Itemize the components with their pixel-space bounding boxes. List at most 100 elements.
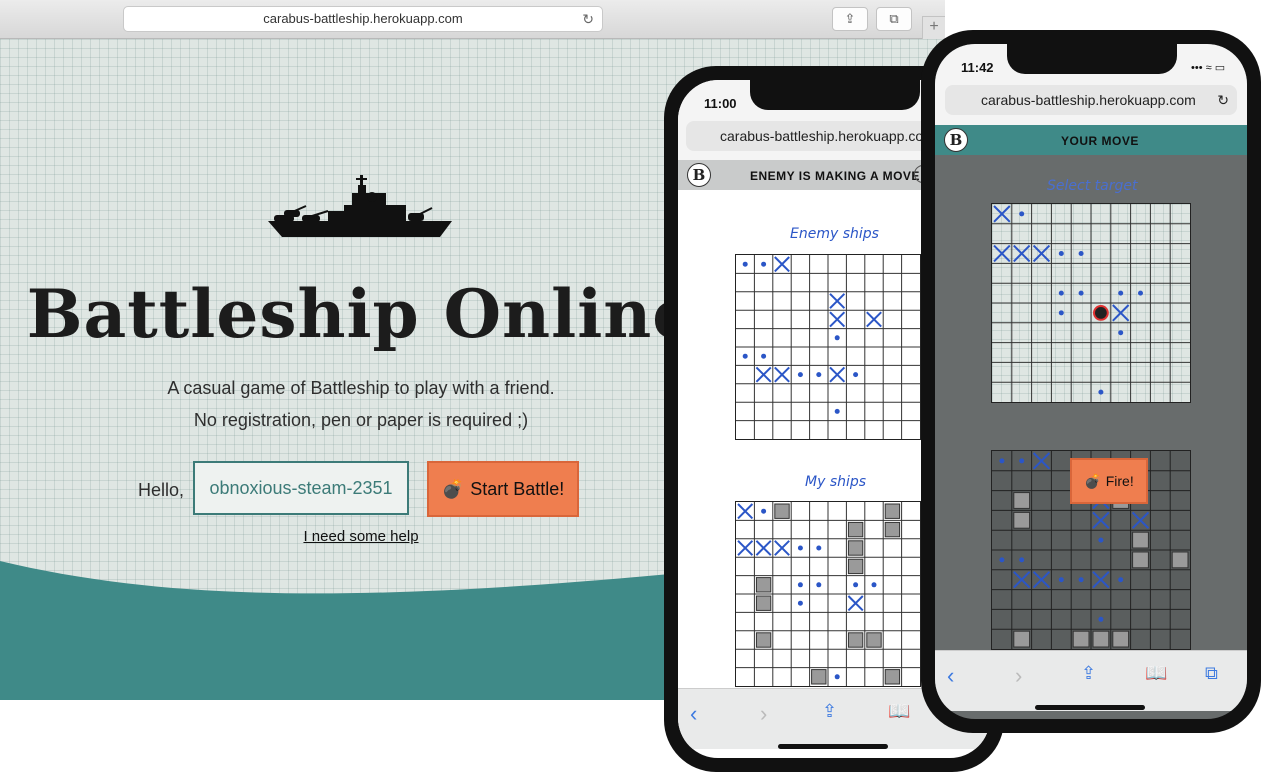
miss-dot (816, 372, 822, 378)
wifi-battery-icon: ••• ≈ ▭ (1191, 62, 1226, 74)
ship-cell (884, 503, 901, 519)
enemy-ships-board[interactable] (735, 254, 921, 440)
my-ships-board (735, 501, 921, 687)
ship-cell (755, 577, 772, 593)
phone2-clock: 11:42 (961, 60, 994, 75)
phone2-share-icon[interactable]: ⇪ (1081, 663, 1096, 684)
phone2-tabs-icon[interactable]: ⧉ (1205, 663, 1218, 684)
miss-dot (1058, 310, 1064, 316)
phone2-reload-icon[interactable]: ↻ (1217, 85, 1229, 115)
miss-dot (871, 582, 877, 588)
miss-dot (853, 372, 859, 378)
phone1-share-icon[interactable]: ⇪ (822, 701, 837, 722)
my-board-label: My ships (805, 474, 867, 490)
tabs-icon[interactable]: ⧉ (876, 7, 912, 31)
hit-mark (774, 366, 790, 383)
ship-cell (811, 669, 827, 685)
hit-mark (1112, 304, 1130, 322)
hit-mark (1032, 571, 1051, 589)
miss-dot (761, 353, 767, 359)
phone2-bottom-toolbar: ‹ › ⇪ 📖 ⧉ (935, 650, 1247, 711)
phone1-forward-icon[interactable]: › (760, 701, 767, 727)
ship-cell (1171, 551, 1189, 569)
share-icon[interactable]: ⇪ (832, 7, 868, 31)
start-battle-button[interactable]: 💣 Start Battle! (427, 461, 579, 517)
phone-player-view: 11:42 ••• ≈ ▭ carabus-battleship.herokua… (921, 30, 1261, 733)
phone2-home-indicator (1035, 705, 1145, 710)
fire-button[interactable]: 💣 Fire! (1070, 458, 1148, 504)
ship-cell (1013, 492, 1031, 509)
target-crosshair-icon[interactable] (1093, 305, 1109, 321)
miss-dot (1058, 577, 1064, 583)
help-link-label: I need some help (303, 528, 419, 545)
miss-dot (1058, 290, 1064, 296)
hit-mark (829, 311, 846, 328)
miss-dot (761, 508, 767, 514)
hit-mark (774, 540, 790, 556)
phone1-logo[interactable]: B (687, 163, 711, 187)
hello-label: Hello, (138, 480, 185, 500)
miss-dot (1019, 557, 1025, 563)
reload-icon[interactable]: ↻ (582, 7, 594, 31)
hit-mark (737, 503, 754, 520)
ship-cell (866, 632, 882, 648)
miss-dot (999, 458, 1005, 464)
miss-dot (1019, 458, 1025, 464)
ship-cell (847, 521, 864, 538)
ship-cell (774, 503, 790, 519)
new-tab-icon[interactable]: + (922, 16, 945, 40)
ship-cell (847, 558, 864, 575)
phone2-status-bar: B YOUR MOVE (935, 125, 1247, 155)
phone1-status-text: ENEMY IS MAKING A MOVE (750, 169, 920, 183)
phone2-address-bar[interactable]: carabus-battleship.herokuapp.com ↻ (945, 85, 1237, 115)
phone2-bookmarks-icon[interactable]: 📖 (1145, 663, 1167, 684)
hit-mark (774, 256, 790, 273)
player-name-input[interactable] (193, 461, 409, 515)
phone2-back-icon[interactable]: ‹ (947, 663, 954, 689)
miss-dot (853, 582, 859, 588)
ship-cell (1072, 630, 1090, 648)
hit-mark (993, 205, 1011, 223)
hit-mark (866, 311, 882, 328)
ship-cell (847, 540, 864, 556)
phone2-forward-icon[interactable]: › (1015, 663, 1022, 689)
miss-dot (1098, 389, 1104, 395)
hit-mark (1092, 511, 1110, 529)
hit-mark (1131, 511, 1150, 529)
miss-dot (761, 261, 767, 267)
hit-mark (1013, 244, 1031, 263)
phone1-back-icon[interactable]: ‹ (690, 701, 697, 727)
address-bar[interactable]: carabus-battleship.herokuapp.com ↻ (123, 6, 603, 32)
ship-cell (884, 669, 901, 685)
miss-dot (816, 545, 822, 551)
phone2-status-text: YOUR MOVE (1061, 134, 1139, 148)
help-link[interactable]: I need some help (0, 528, 722, 545)
fire-button-label: Fire! (1105, 473, 1134, 489)
phone2-notch (1007, 44, 1177, 74)
hit-mark (1032, 244, 1051, 263)
address-bar-url: carabus-battleship.herokuapp.com (263, 11, 463, 26)
miss-dot (797, 545, 803, 551)
phone1-home-indicator (778, 744, 888, 749)
hit-mark (847, 595, 864, 612)
miss-dot (834, 408, 840, 414)
hit-mark (993, 244, 1011, 263)
miss-dot (742, 261, 748, 267)
miss-dot (797, 372, 803, 378)
phone1-bookmarks-icon[interactable]: 📖 (888, 701, 910, 722)
battleship-logo-icon (268, 175, 452, 237)
ship-cell (1132, 531, 1149, 549)
ship-cell (884, 521, 901, 538)
phone1-url: carabus-battleship.herokuapp.com (720, 128, 935, 144)
start-battle-label: Start Battle! (470, 478, 565, 499)
hit-mark (829, 366, 846, 383)
ship-cell (1092, 630, 1110, 648)
ship-cell (755, 632, 772, 648)
target-board[interactable] (991, 203, 1191, 403)
bomb-icon: 💣 (441, 478, 465, 499)
hit-mark (755, 366, 772, 383)
bomb-icon: 💣 (1084, 472, 1102, 489)
phone2-logo[interactable]: B (944, 128, 968, 152)
ship-cell (755, 595, 772, 611)
hit-mark (829, 293, 846, 309)
